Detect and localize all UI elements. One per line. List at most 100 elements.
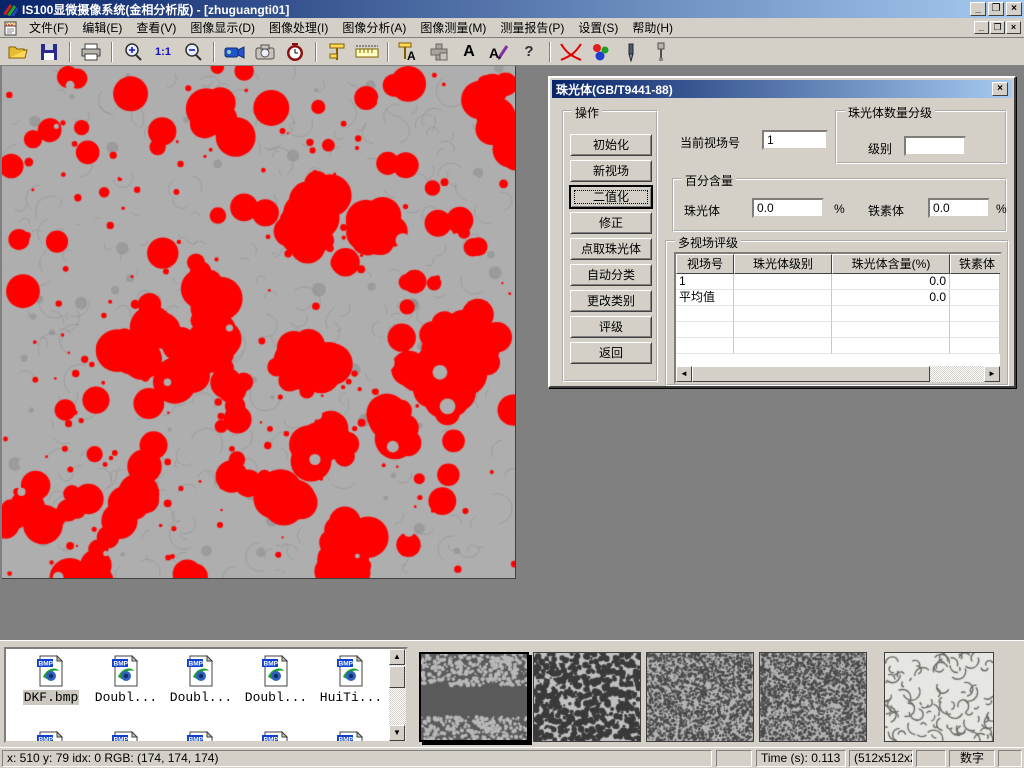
mode-indicator: 数字 (949, 750, 995, 767)
file-browser[interactable]: BMPDKF.bmpBMPDoubl...BMPDoubl...BMPDoubl… (4, 647, 408, 743)
zoom-out-button[interactable] (180, 40, 206, 64)
toolbar-separator (213, 42, 215, 62)
pick-pearlite-button[interactable]: 点取珠光体 (570, 238, 652, 260)
thumbnail-4[interactable] (759, 652, 867, 742)
change-class-button[interactable]: 更改类别 (570, 290, 652, 312)
video-capture-button[interactable] (222, 40, 248, 64)
menu-image-display[interactable]: 图像显示(D) (183, 17, 262, 38)
rating-table[interactable]: 视场号 珠光体级别 珠光体含量(%) 铁素体 1 0.0 平均值 0.0 ◄ (674, 252, 1002, 384)
image-merge-button[interactable] (426, 40, 452, 64)
grade-button[interactable]: 评级 (570, 316, 652, 338)
dialog-title-bar[interactable]: 珠光体(GB/T9441-88) × (552, 80, 1012, 98)
pearlite-percent-input[interactable] (752, 198, 824, 218)
thumbnail-5[interactable] (884, 652, 994, 742)
thumbnail-3[interactable] (646, 652, 754, 742)
scroll-up-arrow-icon[interactable]: ▲ (389, 649, 405, 665)
table-row[interactable] (676, 338, 1000, 354)
menu-image-measure[interactable]: 图像测量(M) (413, 17, 493, 38)
svg-text:BMP: BMP (189, 737, 204, 744)
menu-view[interactable]: 查看(V) (129, 17, 183, 38)
status-spacer (716, 750, 752, 767)
brush-tool-button[interactable] (648, 40, 674, 64)
file-name: DKF.bmp (23, 690, 80, 705)
menu-image-analysis[interactable]: 图像分析(A) (335, 17, 413, 38)
pen-tool-button[interactable] (618, 40, 644, 64)
cell: 平均值 (676, 290, 734, 306)
file-item[interactable]: BMPDoubl... (89, 655, 163, 705)
close-button[interactable]: × (1006, 2, 1022, 16)
file-item[interactable]: BMP (164, 731, 238, 743)
ferrite-percent-input[interactable] (928, 198, 990, 218)
thumbnail-1[interactable] (419, 652, 529, 742)
particle-analysis-button[interactable] (588, 40, 614, 64)
scroll-right-arrow-icon[interactable]: ► (984, 366, 1000, 382)
text-annotation-button[interactable]: A (456, 40, 482, 64)
correct-button[interactable]: 修正 (570, 212, 652, 234)
edit-annotation-button[interactable]: A (486, 40, 512, 64)
bmp-file-icon: BMP (35, 731, 67, 743)
file-item[interactable]: BMPDoubl... (164, 655, 238, 705)
menu-report[interactable]: 测量报告(P) (493, 17, 571, 38)
grade-level-input[interactable] (904, 136, 966, 156)
metallograph-canvas[interactable] (2, 66, 516, 579)
svg-text:BMP: BMP (114, 661, 129, 668)
file-item[interactable]: BMP (239, 731, 313, 743)
window-title: IS100显微摄像系统(金相分析版) - [zhuguangti01] (22, 1, 289, 18)
menu-help[interactable]: 帮助(H) (625, 17, 680, 38)
minimize-button[interactable]: _ (970, 2, 986, 16)
file-item[interactable]: BMP (314, 731, 388, 743)
scrollbar-track[interactable] (930, 366, 984, 382)
table-row[interactable]: 1 0.0 (676, 274, 1000, 290)
document-icon[interactable]: DOC (2, 20, 20, 36)
caliper-measure-button[interactable] (324, 40, 350, 64)
save-button[interactable] (36, 40, 62, 64)
scrollbar-thumb[interactable] (692, 366, 930, 382)
file-item[interactable]: BMP (89, 731, 163, 743)
table-row[interactable]: 平均值 0.0 (676, 290, 1000, 306)
snapshot-button[interactable] (252, 40, 278, 64)
actual-size-button[interactable]: 1:1 (150, 40, 176, 64)
bmp-file-icon: BMP (185, 655, 217, 687)
child-close-button[interactable]: × (1006, 21, 1021, 34)
current-field-input[interactable] (762, 130, 828, 150)
thumbnail-2[interactable] (533, 652, 641, 742)
menu-edit[interactable]: 编辑(E) (75, 17, 129, 38)
cell (734, 290, 832, 306)
file-item[interactable]: BMPDoubl... (239, 655, 313, 705)
table-horizontal-scrollbar[interactable]: ◄ ► (676, 366, 1000, 382)
measure-text-button[interactable]: A (396, 40, 422, 64)
timer-button[interactable] (282, 40, 308, 64)
image-size-readout: (512x512x24) (849, 750, 913, 767)
help-button[interactable]: ? (516, 40, 542, 64)
rating-table-header: 视场号 珠光体级别 珠光体含量(%) 铁素体 (676, 254, 1000, 274)
scroll-left-arrow-icon[interactable]: ◄ (676, 366, 692, 382)
print-button[interactable] (78, 40, 104, 64)
table-row[interactable] (676, 322, 1000, 338)
menu-image-processing[interactable]: 图像处理(I) (262, 17, 335, 38)
maximize-button[interactable]: ❐ (988, 2, 1004, 16)
dialog-close-button[interactable]: × (992, 82, 1008, 96)
scroll-down-arrow-icon[interactable]: ▼ (389, 725, 405, 741)
table-row[interactable] (676, 306, 1000, 322)
open-file-button[interactable] (6, 40, 32, 64)
file-item[interactable]: BMP (14, 731, 88, 743)
ruler-button[interactable] (354, 40, 380, 64)
camera-icon (255, 44, 275, 60)
cursor-position-readout: x: 510 y: 79 idx: 0 RGB: (174, 174, 174) (2, 750, 712, 767)
return-button[interactable]: 返回 (570, 342, 652, 364)
file-vertical-scrollbar[interactable]: ▲ ▼ (389, 649, 406, 741)
file-item[interactable]: BMPHuiTi... (314, 655, 388, 705)
child-minimize-button[interactable]: _ (974, 21, 989, 34)
scrollbar-thumb[interactable] (389, 666, 405, 688)
auto-classify-button[interactable]: 自动分类 (570, 264, 652, 286)
binarize-button[interactable]: 二值化 (570, 186, 652, 208)
child-restore-button[interactable]: ❐ (990, 21, 1005, 34)
menu-settings[interactable]: 设置(S) (571, 17, 625, 38)
menu-file[interactable]: 文件(F) (22, 17, 75, 38)
curve-tool-button[interactable] (558, 40, 584, 64)
init-button[interactable]: 初始化 (570, 134, 652, 156)
file-item[interactable]: BMPDKF.bmp (14, 655, 88, 705)
toolbar-separator (315, 42, 317, 62)
new-field-button[interactable]: 新视场 (570, 160, 652, 182)
zoom-in-button[interactable] (120, 40, 146, 64)
